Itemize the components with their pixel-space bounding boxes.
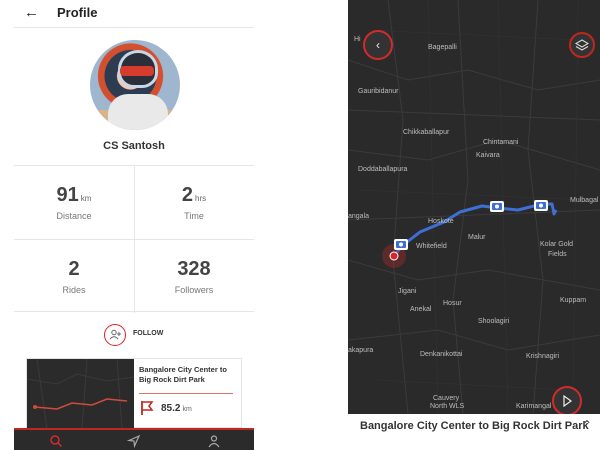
stat-unit: hrs: [195, 194, 207, 203]
follow-button[interactable]: FOLLOW: [104, 324, 194, 346]
play-icon[interactable]: [552, 386, 582, 414]
map-label: Kuppam: [560, 297, 587, 304]
stat-label: Time: [184, 211, 204, 221]
stat-rides[interactable]: 2 Rides: [14, 258, 134, 295]
stat-value: 91: [56, 184, 79, 206]
route-map[interactable]: Bagepalli Gauribidanur Chikkaballapur Ch…: [348, 0, 600, 414]
route-title: Bangalore City Center to Big Rock Dirt P…: [360, 420, 589, 432]
stat-value: 2: [181, 184, 193, 206]
camera-marker-icon[interactable]: [534, 200, 548, 211]
camera-marker-icon[interactable]: [394, 239, 408, 250]
ride-distance-unit: km: [182, 406, 192, 413]
stat-unit: km: [80, 194, 92, 203]
profile-screen: ← Profile CS Santosh 91 km Distance 2 hrs …: [14, 0, 254, 450]
ride-card[interactable]: Bangalore City Center to Big Rock Dirt P…: [26, 358, 242, 429]
bottom-nav: [14, 428, 254, 450]
ride-title: Bangalore City Center to Big Rock Dirt P…: [139, 365, 227, 384]
map-label: Bagepalli: [428, 44, 457, 51]
map-label: Gauribidanur: [358, 88, 399, 95]
map-label: Cauvery: [433, 395, 460, 402]
map-screen: Bagepalli Gauribidanur Chikkaballapur Ch…: [348, 0, 600, 450]
map-label: Chikkaballapur: [403, 129, 450, 136]
ride-map-thumbnail: [27, 359, 134, 429]
back-arrow-icon[interactable]: ←: [24, 4, 39, 21]
chevron-up-icon[interactable]: ⌃: [582, 418, 592, 432]
stat-time: 2 hrs Time: [134, 184, 254, 221]
map-label: akapura: [348, 347, 374, 354]
map-label: Doddaballapura: [358, 166, 408, 173]
camera-marker-icon[interactable]: [490, 201, 504, 212]
follow-label: FOLLOW: [133, 330, 164, 337]
map-label: Denkanikottai: [420, 351, 463, 358]
map-label: Mulbagal: [570, 197, 599, 204]
map-label: Kolar Gold: [540, 241, 574, 248]
avatar: [90, 40, 180, 130]
map-label: Krishnagiri: [526, 353, 560, 360]
map-label: Anekal: [410, 306, 432, 313]
profile-name: CS Santosh: [103, 140, 165, 152]
add-user-icon: [104, 324, 126, 346]
map-label: Fields: [548, 251, 567, 258]
stat-label: Followers: [174, 285, 214, 295]
map-label: Malur: [468, 234, 486, 241]
map-label: Shoolagiri: [478, 318, 510, 325]
map-label: Chintamani: [483, 139, 519, 146]
map-label: North WLS: [430, 403, 465, 410]
app-bar: ← Profile: [14, 0, 254, 28]
map-label: Hoskote: [428, 218, 454, 225]
stat-label: Distance: [56, 211, 92, 221]
search-icon[interactable]: [46, 434, 66, 448]
stat-value: 328: [177, 258, 211, 280]
stat-distance: 91 km Distance: [14, 184, 134, 221]
map-label: Kaivara: [476, 152, 500, 159]
stat-value: 2: [68, 258, 80, 280]
ride-distance: 85.2 km: [139, 400, 239, 418]
profile-icon[interactable]: [204, 434, 224, 448]
map-label: Jigani: [398, 288, 417, 295]
map-label: Karimangal: [516, 403, 552, 410]
stat-followers[interactable]: 328 Followers: [134, 258, 254, 295]
layers-icon[interactable]: [569, 32, 595, 58]
stats-grid: 91 km Distance 2 hrs Time 2 Rides 328 Foll…: [14, 165, 254, 313]
navigate-icon[interactable]: [124, 434, 144, 448]
map-label: Whitefield: [416, 243, 447, 250]
map-label: Hosur: [443, 300, 462, 307]
stat-label: Rides: [62, 285, 86, 295]
ride-distance-value: 85.2: [161, 403, 181, 414]
page-title: Profile: [57, 5, 98, 20]
flag-icon: [141, 401, 154, 415]
map-label: Hi: [354, 36, 361, 43]
back-chevron-icon[interactable]: ‹: [363, 30, 393, 60]
start-marker[interactable]: [389, 251, 399, 261]
map-label: angala: [348, 213, 370, 220]
